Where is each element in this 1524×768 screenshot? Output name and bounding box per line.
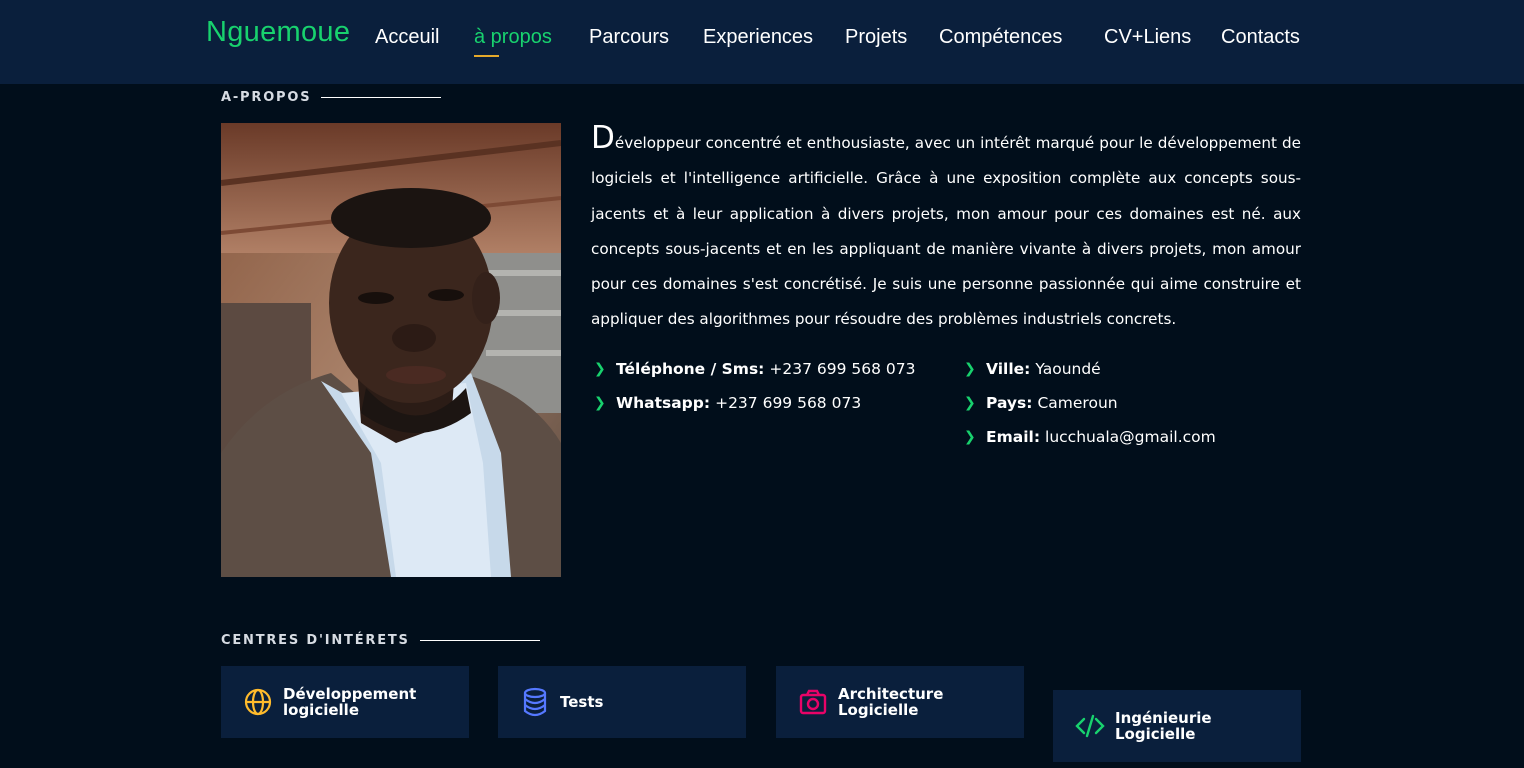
bio-paragraph: Développeur concentré et enthousiaste, a…	[591, 123, 1301, 338]
list-item: ❯ Téléphone / Sms: +237 699 568 073	[591, 358, 915, 392]
interest-card-label: Développement logicielle	[283, 685, 417, 719]
nav-link-contacts[interactable]: Contacts	[1221, 26, 1300, 49]
info-value-whatsapp: +237 699 568 073	[715, 394, 862, 412]
info-label-country: Pays:	[986, 394, 1033, 412]
bio-text: éveloppeur concentré et enthousiaste, av…	[591, 134, 1301, 329]
chevron-right-icon: ❯	[594, 361, 606, 377]
active-nav-underline	[474, 55, 499, 57]
bio-dropcap: D	[591, 120, 615, 156]
chevron-right-icon: ❯	[964, 395, 976, 411]
info-value-phone: +237 699 568 073	[769, 360, 916, 378]
info-label-whatsapp: Whatsapp:	[616, 394, 711, 412]
interest-card-ingenieurie[interactable]: Ingénieurie Logicielle	[1053, 690, 1301, 762]
info-value-city: Yaoundé	[1035, 360, 1101, 378]
list-item: ❯ Email: lucchuala@gmail.com	[961, 426, 1216, 460]
profile-photo	[221, 123, 561, 577]
nav-link-acceuil[interactable]: Acceuil	[375, 26, 439, 49]
chevron-right-icon: ❯	[964, 361, 976, 377]
interest-card-label: Tests	[560, 693, 604, 711]
interest-card-label: Architecture Logicielle	[838, 685, 944, 719]
list-item: ❯ Whatsapp: +237 699 568 073	[591, 392, 915, 426]
nav-link-experiences[interactable]: Experiences	[703, 26, 813, 49]
title-divider-line	[419, 640, 540, 641]
contact-info-list-right: ❯ Ville: Yaoundé ❯ Pays: Cameroun ❯ Emai…	[961, 358, 1216, 460]
title-divider-line	[321, 97, 442, 98]
nav-link-cv-liens[interactable]: CV+Liens	[1104, 26, 1191, 49]
nav-link-projets[interactable]: Projets	[845, 26, 907, 49]
site-header: Nguemoue Acceuil à propos Parcours Exper…	[0, 0, 1524, 84]
nav-link-competences[interactable]: Compétences	[939, 26, 1062, 49]
interest-card-label: Ingénieurie Logicielle	[1115, 709, 1212, 743]
interest-card-architecture[interactable]: Architecture Logicielle	[776, 666, 1024, 738]
code-icon	[1075, 714, 1105, 738]
profile-photo-illustration	[221, 123, 561, 577]
camera-icon	[799, 689, 827, 715]
nav-link-a-propos[interactable]: à propos	[474, 26, 552, 49]
info-value-email[interactable]: lucchuala@gmail.com	[1045, 426, 1216, 448]
list-item: ❯ Pays: Cameroun	[961, 392, 1216, 426]
interest-card-tests[interactable]: Tests	[498, 666, 746, 738]
interests-section-title: CENTRES D'INTÉRETS	[221, 633, 540, 648]
globe-icon	[244, 688, 272, 716]
interest-card-developpement[interactable]: Développement logicielle	[221, 666, 469, 738]
nav-link-parcours[interactable]: Parcours	[589, 26, 669, 49]
info-value-country: Cameroun	[1037, 394, 1118, 412]
contact-info-list-left: ❯ Téléphone / Sms: +237 699 568 073 ❯ Wh…	[591, 358, 915, 426]
about-section-title: A-PROPOS	[221, 90, 442, 105]
database-icon	[523, 687, 547, 717]
chevron-right-icon: ❯	[594, 395, 606, 411]
site-logo[interactable]: Nguemoue	[206, 16, 350, 49]
chevron-right-icon: ❯	[964, 429, 976, 445]
about-section-title-text: A-PROPOS	[221, 90, 312, 105]
list-item: ❯ Ville: Yaoundé	[961, 358, 1216, 392]
interests-section-title-text: CENTRES D'INTÉRETS	[221, 633, 410, 648]
info-label-phone: Téléphone / Sms:	[616, 360, 765, 378]
info-label-city: Ville:	[986, 360, 1031, 378]
info-label-email: Email:	[986, 428, 1041, 446]
